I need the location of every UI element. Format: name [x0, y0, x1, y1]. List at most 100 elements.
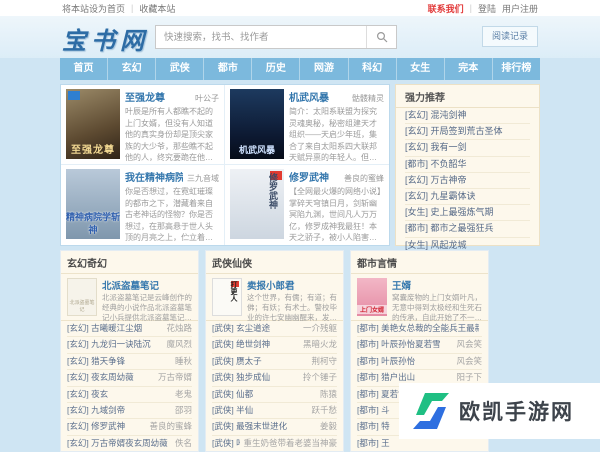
- book-row[interactable]: [武侠] 半仙跃千愁: [212, 403, 337, 419]
- nav-item-xuanhuan[interactable]: 玄幻: [107, 58, 155, 80]
- book-title-link[interactable]: 卖报小郎君: [247, 278, 337, 292]
- category-tag: [玄幻]: [405, 142, 428, 152]
- nav-item-ranking[interactable]: 排行榜: [492, 58, 540, 80]
- category-tag: [女生]: [405, 240, 428, 250]
- book-row[interactable]: [武侠] 赝太子荆柯守: [212, 354, 337, 370]
- recommend-item[interactable]: [都市] 都市之最强狂兵: [405, 221, 530, 237]
- nav-item-wangyou[interactable]: 网游: [299, 58, 347, 80]
- cover-title: 上门女婿: [357, 305, 387, 314]
- watermark: 欧凯手游网: [399, 383, 600, 439]
- category-tag: [玄幻]: [67, 323, 89, 333]
- favorite-link[interactable]: 收藏本站: [139, 2, 175, 15]
- recommend-item[interactable]: [玄幻] 开局签到荒古圣体: [405, 124, 530, 140]
- recommend-item[interactable]: [女生] 史上最强炼气期: [405, 205, 530, 221]
- recommend-item[interactable]: [玄幻] 我有一剑: [405, 140, 530, 156]
- book-name: 我有一剑: [431, 142, 467, 152]
- book-row[interactable]: [武侠] 叶辰孙一诺重生奶爸带着老婆当神豪: [212, 436, 337, 451]
- book-card: 机武风暴 机武风暴 骷髅精灵 简介：太阳系联盟为探究灵魂奥秘，秘密组建天才组织—…: [225, 85, 389, 165]
- login-link[interactable]: 登陆: [478, 2, 496, 15]
- book-name: 猎户出山: [381, 372, 415, 382]
- book-card: 精神病院学斩神 我在精神病院学斩神 三九音域 你是否想过，在霓虹璀璨的都市之下，…: [61, 165, 225, 245]
- category-tag: [武侠]: [212, 405, 234, 415]
- book-author: 邵羽: [175, 403, 192, 418]
- contact-link[interactable]: 联系我们: [428, 2, 464, 15]
- book-row[interactable]: [玄幻] 修罗武神善良的蜜蜂: [67, 419, 192, 435]
- book-cover[interactable]: 北派盗墓笔记: [67, 278, 97, 316]
- book-author: 风会笑: [456, 354, 482, 369]
- recommend-item[interactable]: [玄幻] 万古神帝: [405, 173, 530, 189]
- recommend-item[interactable]: [都市] 不负韶华: [405, 157, 530, 173]
- book-description: 你是否想过，在霓虹璀璨的都市之下，潜藏着来自古老神话的怪物？你是否想过，在那高悬…: [125, 186, 219, 244]
- book-row[interactable]: [玄幻] 夜玄老鬼: [67, 387, 192, 403]
- recommend-item[interactable]: [玄幻] 混沌剑神: [405, 108, 530, 124]
- reading-record-button[interactable]: 阅读记录: [482, 26, 538, 47]
- book-name: 不负韶华: [431, 159, 467, 169]
- book-cover[interactable]: 打更人: [212, 278, 242, 316]
- book-name: 绝世剑神: [236, 339, 270, 349]
- category-tag: [玄幻]: [67, 421, 89, 431]
- section-title: 武侠仙侠: [206, 251, 343, 274]
- nav-item-nvsheng[interactable]: 女生: [396, 58, 444, 80]
- book-title-link[interactable]: 我在精神病院学斩神: [125, 169, 183, 184]
- book-title-link[interactable]: 北派盗墓笔记: [102, 278, 192, 292]
- book-row[interactable]: [玄幻] 夜玄周幼薇万古帝婿: [67, 370, 192, 386]
- book-row[interactable]: [都市] 美艳女总裁的全能兵王最新章节孤独的舞者: [357, 321, 482, 337]
- book-name: 夜玄周幼薇: [91, 372, 134, 382]
- nav-item-lishi[interactable]: 历史: [251, 58, 299, 80]
- register-link[interactable]: 用户注册: [502, 2, 538, 15]
- book-author: 善良的蜜蜂: [344, 173, 384, 184]
- book-author: 叶公子: [195, 93, 219, 104]
- search-input[interactable]: [156, 26, 366, 48]
- nav-item-wuxia[interactable]: 武侠: [155, 58, 203, 80]
- category-tag: [玄幻]: [405, 110, 428, 120]
- category-tag: [都市]: [357, 372, 379, 382]
- book-name: 风起龙城: [431, 240, 467, 250]
- book-row[interactable]: [玄幻] 万古帝婿夜玄周幼薇佚名: [67, 436, 192, 451]
- book-cover[interactable]: 上门女婿: [357, 278, 387, 316]
- book-name: 叶辰孙一诺: [236, 438, 240, 448]
- book-row[interactable]: [武侠] 绝世剑神黑暗火龙: [212, 337, 337, 353]
- nav-item-wanben[interactable]: 完本: [444, 58, 492, 80]
- book-name: 万古神帝: [431, 175, 467, 185]
- section-title: 玄幻奇幻: [61, 251, 198, 274]
- category-tag: [玄幻]: [67, 372, 89, 382]
- book-name: 叶辰孙怡夏若雪: [381, 339, 441, 349]
- recommend-item[interactable]: [玄幻] 九星霸体诀: [405, 189, 530, 205]
- nav-item-home[interactable]: 首页: [60, 58, 107, 80]
- book-row[interactable]: [武侠] 玄尘道途一介残躯: [212, 321, 337, 337]
- book-cover[interactable]: 精神病院学斩神: [66, 169, 120, 239]
- nav-item-kehuan[interactable]: 科幻: [348, 58, 396, 80]
- book-row[interactable]: [玄幻] 九龙归一诀陆沉魔风烈: [67, 337, 192, 353]
- book-author: 姜毅: [320, 419, 337, 434]
- category-tag: [玄幻]: [67, 389, 89, 399]
- book-row[interactable]: [都市] 叶辰孙怡夏若雪风会笑: [357, 337, 482, 353]
- book-row[interactable]: [玄幻] 古曦暖江尘烟花烛路: [67, 321, 192, 337]
- divider: |: [470, 3, 472, 13]
- main-nav: 首页 玄幻 武侠 都市 历史 网游 科幻 女生 完本 排行榜: [60, 58, 540, 80]
- book-row[interactable]: [武侠] 仙都陈猿: [212, 387, 337, 403]
- book-cover[interactable]: 机武风暴: [230, 89, 284, 159]
- book-author: 一介残躯: [303, 321, 337, 336]
- book-row[interactable]: [武侠] 独步成仙拎个锤子: [212, 370, 337, 386]
- book-title-link[interactable]: 修罗武神: [289, 169, 329, 184]
- book-cover[interactable]: 修罗武神: [230, 169, 284, 239]
- book-title-link[interactable]: 至强龙尊: [125, 89, 165, 104]
- category-tag: [武侠]: [212, 389, 234, 399]
- book-description: 叶辰是所有人都瞧不起的上门女婿，但没有人知道他的真实身份却是顶尖家族的大少爷，那…: [125, 106, 219, 164]
- search-button[interactable]: [366, 26, 396, 48]
- nav-item-dushi[interactable]: 都市: [203, 58, 251, 80]
- category-tag: [都市]: [357, 356, 379, 366]
- category-tag: [玄幻]: [67, 405, 89, 415]
- book-title-link[interactable]: 王婿: [392, 278, 482, 292]
- site-logo[interactable]: 宝书网: [62, 21, 149, 56]
- book-cover[interactable]: 至强龙尊: [66, 89, 120, 159]
- section-wuxia: 武侠仙侠 打更人 卖报小郎君 这个世界，有儒；有道；有佛；有妖；有术士。警校毕业…: [205, 250, 344, 452]
- book-row[interactable]: [玄幻] 九域剑帝邵羽: [67, 403, 192, 419]
- set-home-link[interactable]: 将本站设为首页: [62, 2, 125, 15]
- book-author: 睡秋: [175, 354, 192, 369]
- book-title-link[interactable]: 机武风暴: [289, 89, 329, 104]
- book-name: 古曦暖江尘烟: [91, 323, 142, 333]
- book-row[interactable]: [武侠] 最强末世进化姜毅: [212, 419, 337, 435]
- book-row[interactable]: [玄幻] 猎天争锋睡秋: [67, 354, 192, 370]
- book-row[interactable]: [都市] 叶辰孙怡风会笑: [357, 354, 482, 370]
